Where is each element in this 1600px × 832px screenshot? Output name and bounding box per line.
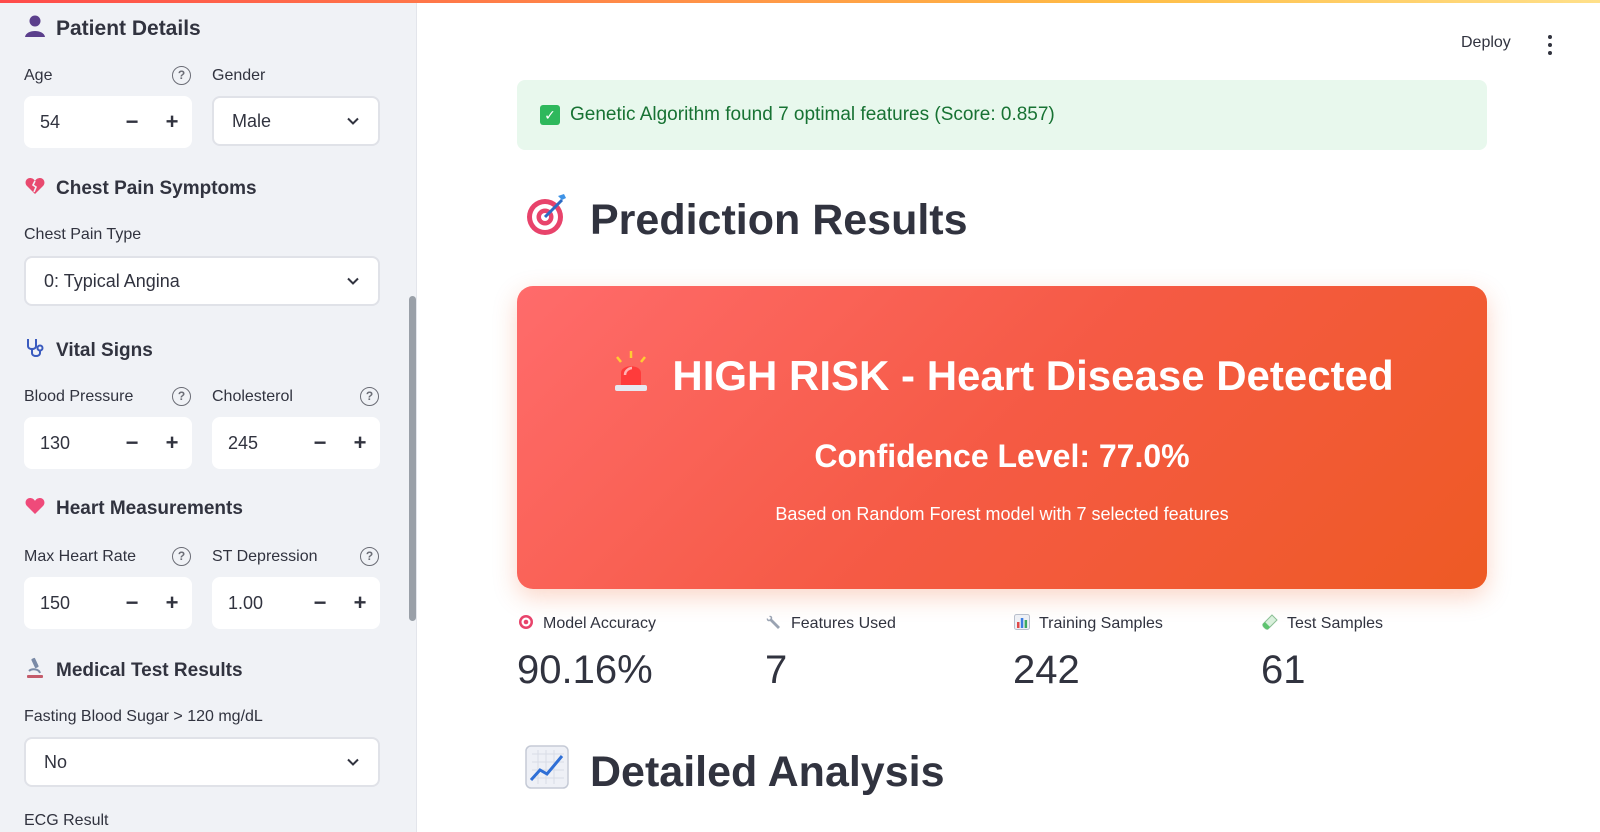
blood-pressure-label: Blood Pressure <box>24 388 134 405</box>
st-depression-input[interactable]: 1.00 <box>212 593 300 614</box>
max-heart-rate-decrement-button[interactable]: − <box>112 577 152 629</box>
section-vital-signs: Vital Signs <box>24 337 153 364</box>
ecg-result-label: ECG Result <box>24 812 109 829</box>
fasting-blood-sugar-label: Fasting Blood Sugar > 120 mg/dL <box>24 708 263 725</box>
stethoscope-icon <box>24 337 46 364</box>
top-decoration-bar <box>0 0 1600 3</box>
blood-pressure-stepper: 130 − + <box>24 417 192 469</box>
gender-value: Male <box>232 110 272 131</box>
risk-result-card: HIGH RISK - Heart Disease Detected Confi… <box>517 286 1487 589</box>
max-heart-rate-stepper: 150 − + <box>24 577 192 629</box>
target-icon <box>522 192 572 248</box>
siren-icon <box>610 349 652 403</box>
section-title: Chest Pain Symptoms <box>56 177 257 199</box>
gender-select[interactable]: Male <box>212 96 380 146</box>
risk-title-row: HIGH RISK - Heart Disease Detected <box>517 349 1487 403</box>
test-tube-icon <box>1261 614 1279 634</box>
st-depression-decrement-button[interactable]: − <box>300 577 340 629</box>
bar-chart-icon <box>1013 614 1031 634</box>
age-help-icon[interactable]: ? <box>172 66 191 85</box>
deploy-button[interactable]: Deploy <box>1461 34 1511 52</box>
section-title: Patient Details <box>56 16 201 40</box>
metric-model-accuracy: Model Accuracy 90.16% <box>517 614 656 693</box>
max-heart-rate-label: Max Heart Rate <box>24 548 137 565</box>
section-heading: Detailed Analysis <box>590 747 945 796</box>
chest-pain-type-label: Chest Pain Type <box>24 226 142 243</box>
metric-label: Training Samples <box>1039 615 1163 632</box>
main-menu-icon[interactable] <box>1540 33 1560 57</box>
metric-label: Test Samples <box>1287 615 1384 632</box>
metric-value: 61 <box>1261 648 1306 692</box>
metric-value: 7 <box>765 648 788 692</box>
chevron-down-icon <box>347 117 359 125</box>
section-medical-tests: Medical Test Results <box>24 657 243 684</box>
chest-pain-type-value: 0: Typical Angina <box>44 270 180 291</box>
section-patient-details: Patient Details <box>24 14 201 43</box>
blood-pressure-help-icon[interactable]: ? <box>172 387 191 406</box>
age-decrement-button[interactable]: − <box>112 96 152 148</box>
metric-label: Model Accuracy <box>543 615 656 632</box>
chevron-down-icon <box>347 758 359 766</box>
confidence-level: Confidence Level: 77.0% <box>814 438 1190 474</box>
fasting-blood-sugar-value: No <box>44 751 68 772</box>
metric-label: Features Used <box>791 615 896 632</box>
blood-pressure-input[interactable]: 130 <box>24 433 112 454</box>
st-depression-increment-button[interactable]: + <box>340 577 380 629</box>
cholesterol-decrement-button[interactable]: − <box>300 417 340 469</box>
age-increment-button[interactable]: + <box>152 96 192 148</box>
model-description: Based on Random Forest model with 7 sele… <box>775 504 1229 524</box>
chest-pain-type-select[interactable]: 0: Typical Angina <box>24 256 380 306</box>
microscope-icon <box>24 657 46 684</box>
metric-training-samples: Training Samples 242 <box>1013 614 1163 693</box>
blood-pressure-decrement-button[interactable]: − <box>112 417 152 469</box>
max-heart-rate-increment-button[interactable]: + <box>152 577 192 629</box>
cholesterol-label: Cholesterol <box>212 388 293 405</box>
heart-icon <box>24 497 46 520</box>
broken-heart-icon <box>24 177 46 200</box>
max-heart-rate-input[interactable]: 150 <box>24 593 112 614</box>
section-title: Medical Test Results <box>56 659 243 681</box>
metric-value: 90.16% <box>517 648 653 692</box>
metric-value: 242 <box>1013 648 1080 692</box>
section-title: Heart Measurements <box>56 497 243 519</box>
chevron-down-icon <box>347 277 359 285</box>
page-title: Prediction Results <box>590 195 968 244</box>
detailed-analysis-heading: Detailed Analysis <box>522 744 945 800</box>
st-depression-stepper: 1.00 − + <box>212 577 380 629</box>
success-message: Genetic Algorithm found 7 optimal featur… <box>570 104 1055 125</box>
section-heart-measurements: Heart Measurements <box>24 497 243 520</box>
age-label: Age <box>24 67 53 84</box>
cholesterol-increment-button[interactable]: + <box>340 417 380 469</box>
blood-pressure-increment-button[interactable]: + <box>152 417 192 469</box>
max-heart-rate-help-icon[interactable]: ? <box>172 547 191 566</box>
risk-title: HIGH RISK - Heart Disease Detected <box>672 352 1394 399</box>
cholesterol-help-icon[interactable]: ? <box>360 387 379 406</box>
age-stepper: 54 − + <box>24 96 192 148</box>
cholesterol-input[interactable]: 245 <box>212 433 300 454</box>
st-depression-label: ST Depression <box>212 548 318 565</box>
sidebar-scrollbar[interactable] <box>409 296 416 621</box>
wrench-icon <box>765 614 783 634</box>
fasting-blood-sugar-select[interactable]: No <box>24 737 380 787</box>
section-title: Vital Signs <box>56 339 153 361</box>
sidebar: Patient Details Age ? Gender 54 − + Male… <box>0 0 417 832</box>
metric-test-samples: Test Samples 61 <box>1261 614 1383 693</box>
st-depression-help-icon[interactable]: ? <box>360 547 379 566</box>
target-icon <box>517 614 535 634</box>
prediction-results-heading: Prediction Results <box>522 192 968 248</box>
success-alert: ✓ Genetic Algorithm found 7 optimal feat… <box>517 80 1487 150</box>
metric-features-used: Features Used 7 <box>765 614 896 693</box>
person-icon <box>24 14 46 43</box>
age-input[interactable]: 54 <box>24 112 112 133</box>
gender-label: Gender <box>212 67 266 84</box>
cholesterol-stepper: 245 − + <box>212 417 380 469</box>
section-chest-pain: Chest Pain Symptoms <box>24 177 257 200</box>
check-icon: ✓ <box>540 105 560 125</box>
line-chart-icon <box>522 744 572 800</box>
